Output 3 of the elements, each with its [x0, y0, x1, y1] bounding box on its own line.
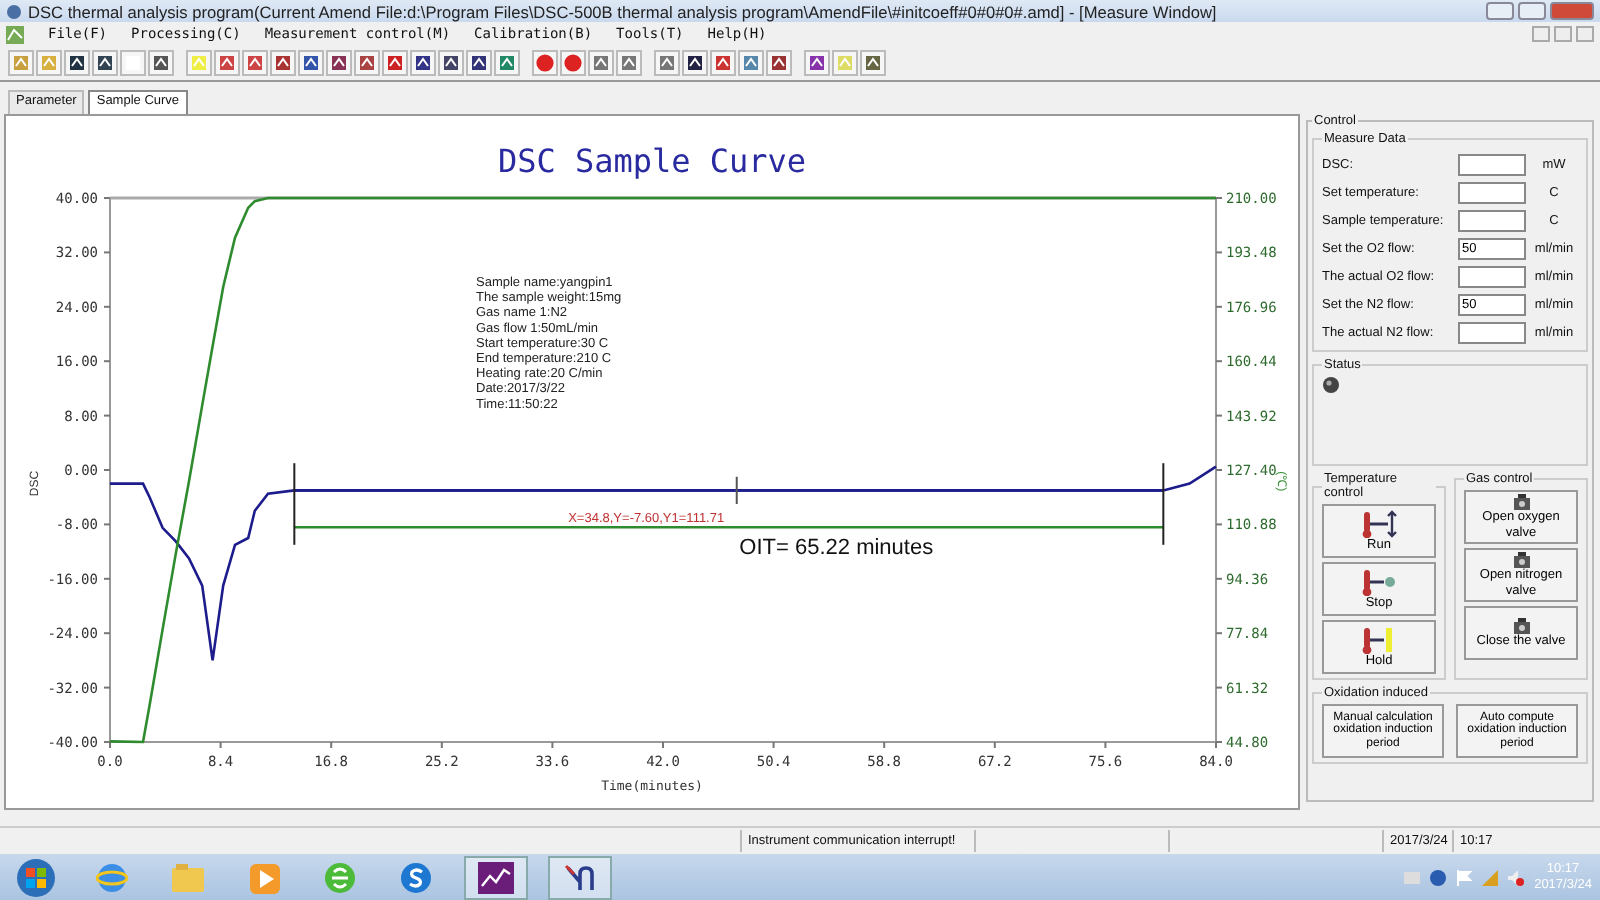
oit-result-text: OIT= 65.22 minutes — [739, 536, 934, 561]
window-title: DSC thermal analysis program(Current Amend File:d:\Program Files\DSC-500B thermal analysis program\AmendFile\#initcoeff#0#0#0#.amd] - [Measure Window] — [28, 1, 1219, 21]
chart-title: DSC Sample Curve — [497, 142, 807, 180]
